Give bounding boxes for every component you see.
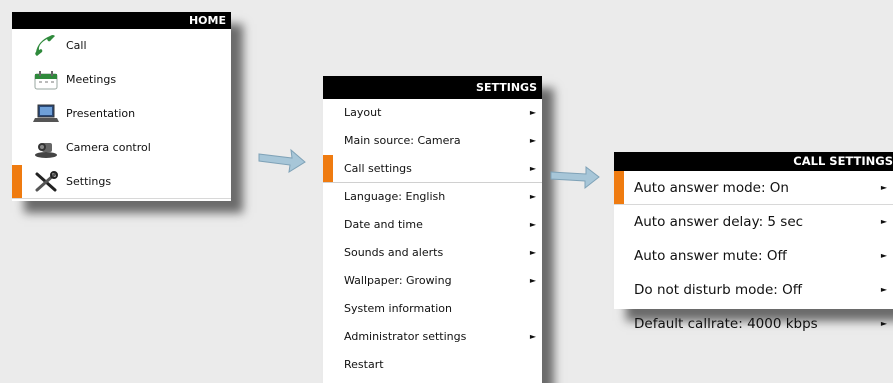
settings-item-sounds-alerts[interactable]: Sounds and alerts ►: [323, 239, 542, 267]
chevron-right-icon: ►: [529, 108, 536, 117]
chevron-right-icon: ►: [529, 192, 536, 201]
call-settings-item-auto-answer-delay[interactable]: Auto answer delay: 5 sec ►: [614, 205, 893, 239]
settings-item-main-source[interactable]: Main source: Camera ►: [323, 127, 542, 155]
tools-icon: [32, 170, 60, 194]
chevron-right-icon: ►: [529, 248, 536, 257]
home-item-label: Call: [66, 39, 87, 52]
chevron-right-icon: ►: [880, 183, 887, 192]
home-item-label: Meetings: [66, 73, 117, 86]
home-item-label: Camera control: [66, 141, 151, 154]
call-settings-item-label: Do not disturb mode: Off: [634, 281, 803, 298]
settings-item-label: Sounds and alerts: [344, 246, 444, 259]
call-settings-item-label: Auto answer mode: On: [634, 179, 789, 196]
call-settings-item-auto-answer-mute[interactable]: Auto answer mute: Off ►: [614, 239, 893, 273]
home-item-label: Presentation: [66, 107, 136, 120]
settings-item-label: Call settings: [344, 162, 412, 175]
chevron-right-icon: ►: [529, 276, 536, 285]
chevron-right-icon: ►: [529, 136, 536, 145]
settings-item-label: System information: [344, 302, 453, 315]
home-item-call[interactable]: Call: [12, 29, 231, 63]
settings-item-administrator[interactable]: Administrator settings ►: [323, 323, 542, 351]
settings-item-label: Wallpaper: Growing: [344, 274, 452, 287]
navigation-arrow-icon: [550, 165, 600, 190]
settings-item-wallpaper[interactable]: Wallpaper: Growing ►: [323, 267, 542, 295]
calendar-icon: [32, 68, 60, 92]
call-settings-menu-title: CALL SETTINGS: [614, 152, 893, 171]
chevron-right-icon: ►: [529, 164, 536, 173]
call-settings-item-label: Default callrate: 4000 kbps: [634, 315, 818, 332]
call-settings-item-label: Auto answer delay: 5 sec: [634, 213, 804, 230]
camera-icon: [32, 136, 60, 160]
laptop-icon: [32, 102, 60, 126]
call-settings-item-auto-answer-mode[interactable]: Auto answer mode: On ►: [614, 171, 893, 205]
home-item-meetings[interactable]: Meetings: [12, 63, 231, 97]
chevron-right-icon: ►: [880, 285, 887, 294]
settings-menu-title: SETTINGS: [323, 76, 542, 99]
call-settings-item-do-not-disturb[interactable]: Do not disturb mode: Off ►: [614, 273, 893, 307]
call-settings-item-label: Auto answer mute: Off: [634, 247, 787, 264]
settings-item-label: Administrator settings: [344, 330, 467, 343]
call-settings-menu: CALL SETTINGS Auto answer mode: On ► Aut…: [614, 152, 893, 332]
phone-icon: [32, 34, 60, 58]
settings-item-label: Main source: Camera: [344, 134, 461, 147]
settings-item-date-time[interactable]: Date and time ►: [323, 211, 542, 239]
navigation-arrow-icon: [258, 148, 306, 173]
home-item-presentation[interactable]: Presentation: [12, 97, 231, 131]
call-settings-item-default-callrate[interactable]: Default callrate: 4000 kbps ►: [614, 307, 893, 341]
home-item-label: Settings: [66, 175, 112, 188]
settings-item-system-information[interactable]: System information: [323, 295, 542, 323]
home-item-settings[interactable]: Settings: [12, 165, 231, 199]
settings-item-language[interactable]: Language: English ►: [323, 183, 542, 211]
home-menu: HOME Call Meetings Presentation Camera c…: [12, 12, 231, 201]
home-item-camera-control[interactable]: Camera control: [12, 131, 231, 165]
settings-item-label: Layout: [344, 106, 382, 119]
settings-item-layout[interactable]: Layout ►: [323, 99, 542, 127]
chevron-right-icon: ►: [529, 220, 536, 229]
settings-item-label: Restart: [344, 358, 384, 371]
home-menu-title: HOME: [12, 12, 231, 29]
chevron-right-icon: ►: [880, 217, 887, 226]
settings-item-restart[interactable]: Restart: [323, 351, 542, 379]
settings-item-label: Language: English: [344, 190, 446, 203]
settings-menu: SETTINGS Layout ► Main source: Camera ► …: [323, 76, 542, 383]
settings-item-call-settings[interactable]: Call settings ►: [323, 155, 542, 183]
settings-item-label: Date and time: [344, 218, 423, 231]
chevron-right-icon: ►: [880, 319, 887, 328]
chevron-right-icon: ►: [880, 251, 887, 260]
chevron-right-icon: ►: [529, 332, 536, 341]
